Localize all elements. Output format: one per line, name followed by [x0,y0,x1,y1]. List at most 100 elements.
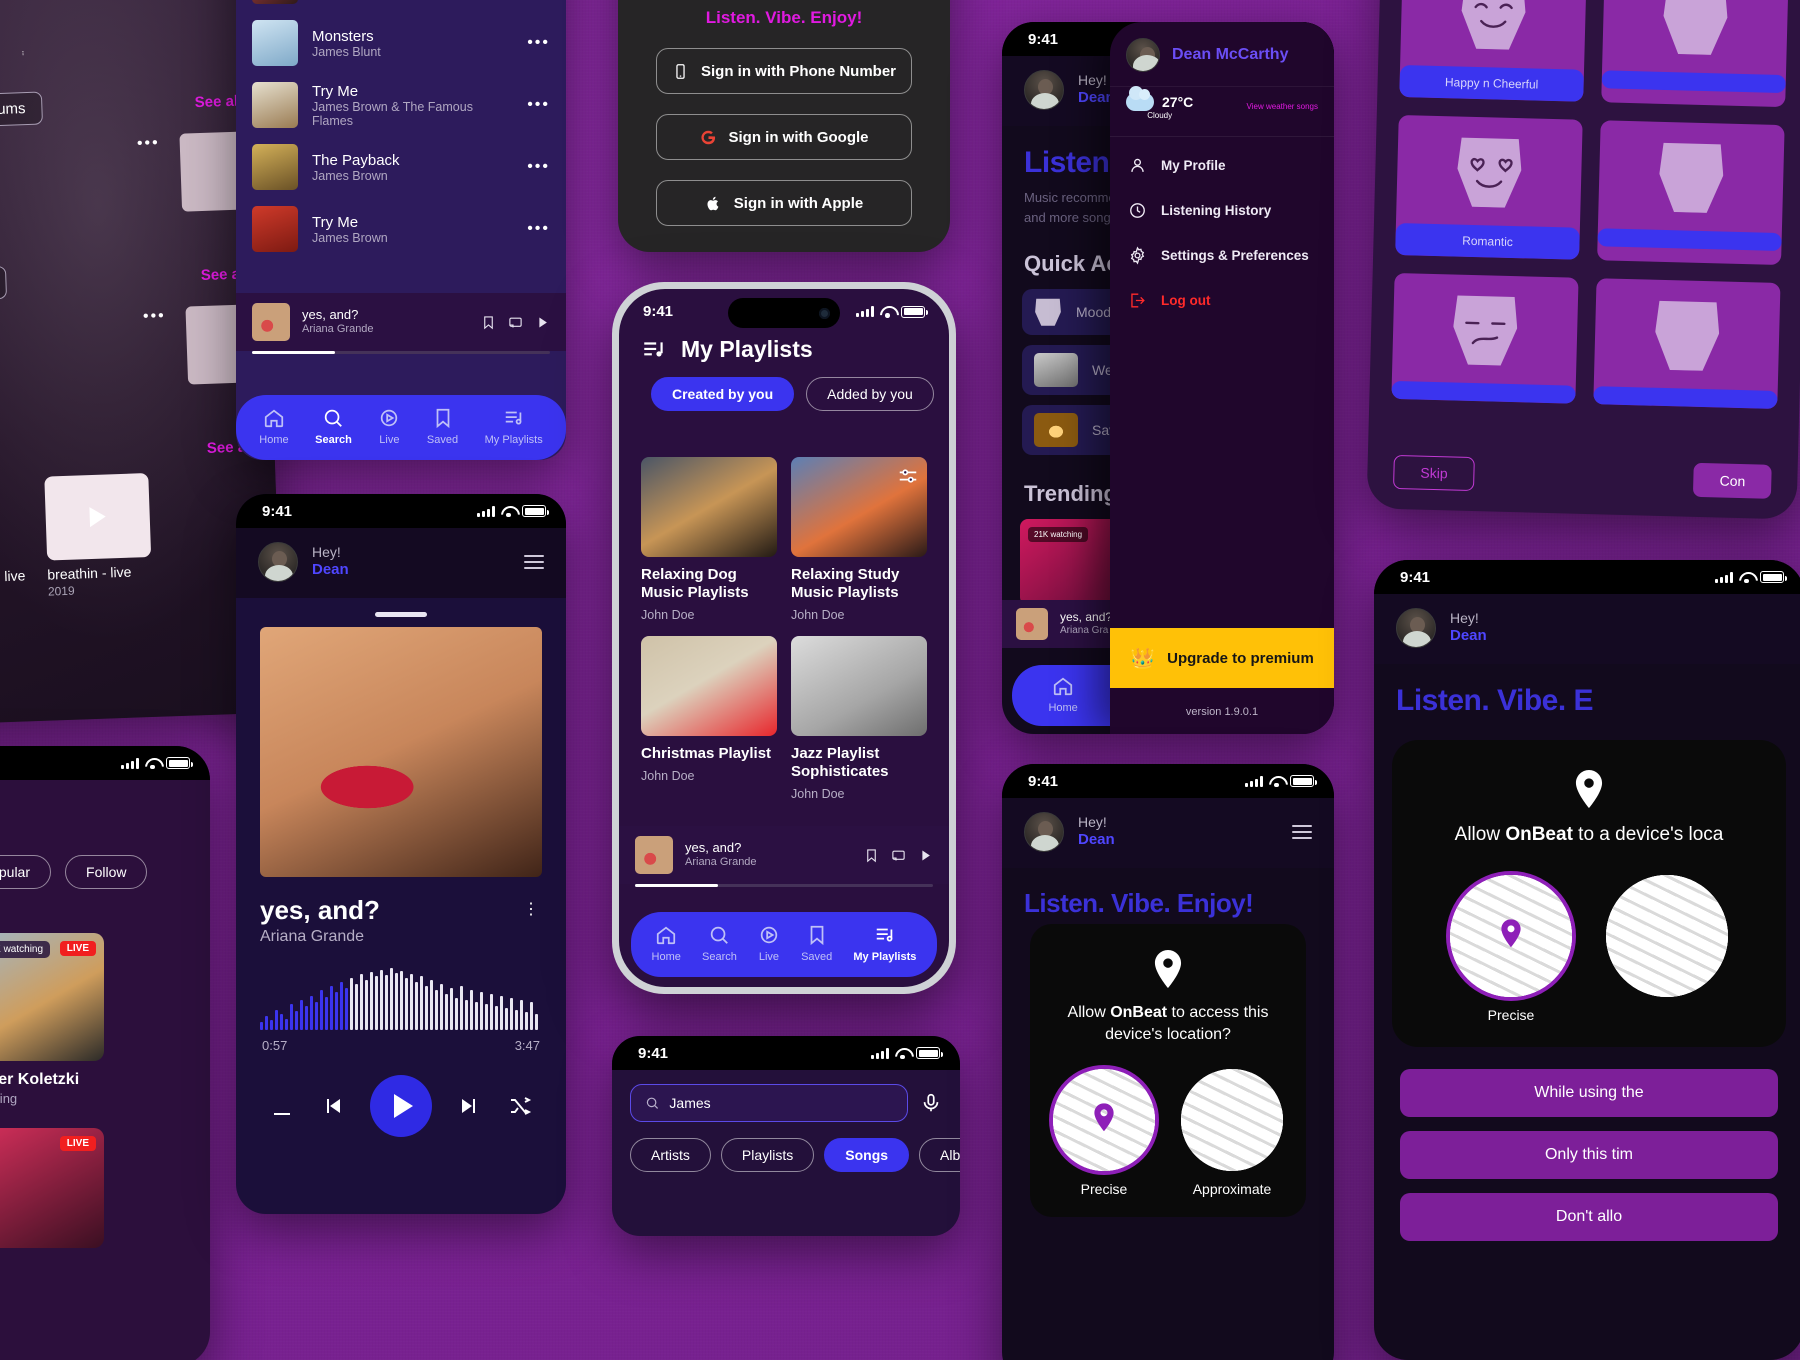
mini-player[interactable]: yes, and? Ariana Grande [236,293,566,360]
song-row[interactable]: Try Me James Brown & The Famous Flames •… [236,74,566,136]
avatar[interactable] [1024,70,1064,110]
search-field[interactable] [630,1084,908,1122]
avatar[interactable] [1396,608,1436,648]
mini-player-progress[interactable] [635,884,933,887]
mood-card[interactable] [1597,120,1785,266]
chip-popular[interactable]: Popular [0,855,52,889]
sign-in-google-button[interactable]: Sign in with Google [656,114,912,160]
avatar[interactable] [1024,812,1064,852]
drawer-weather[interactable]: 27°C Cloudy View weather songs [1110,86,1334,130]
drawer-item-settings[interactable]: Settings & Preferences [1110,233,1334,278]
mood-card[interactable] [1601,0,1789,108]
sign-in-phone-button[interactable]: Sign in with Phone Number [656,48,912,94]
location-option-approximate[interactable]: Approximate [1181,1068,1283,1197]
play-icon[interactable] [535,315,550,330]
song-row[interactable]: The Payback James Brown ••• [236,136,566,198]
album-row-2[interactable]: and? and B-Praak ••• [0,298,272,403]
song-more-icon[interactable]: ••• [527,96,550,114]
song-more-icon[interactable]: ••• [527,158,550,176]
song-art [252,20,298,66]
search-input[interactable] [669,1095,893,1111]
drawer-item-listening-history[interactable]: Listening History [1110,188,1334,233]
mini-player[interactable]: yes, and? Ariana Grande [619,826,949,893]
shuffle-icon[interactable] [508,1094,532,1118]
bookmark-icon[interactable] [481,315,496,330]
previous-icon[interactable] [320,1094,344,1118]
chip-artists[interactable]: Artists [630,1138,711,1172]
microphone-icon[interactable] [920,1092,942,1114]
video-card-1[interactable]: ••• dangerous woman - live 2019 [0,477,26,604]
continue-button[interactable]: Con [1693,462,1772,499]
view-weather-songs-link[interactable]: View weather songs [1247,102,1318,111]
cast-icon[interactable] [508,315,523,330]
play-icon[interactable] [918,848,933,863]
video-card-2[interactable]: breathin - live 2019 [43,473,152,598]
song-row[interactable]: Try Me James Brown ••• [236,198,566,260]
song-row[interactable]: Carry You Home James Blunt ••• [236,0,566,12]
filter-created-by-you[interactable]: Created by you [651,377,795,411]
live-card-4[interactable]: LIVE [0,1128,104,1248]
location-option-approximate[interactable] [1606,874,1728,1023]
phone-icon [676,63,685,79]
nav-my-playlists[interactable]: My Playlists [853,924,916,963]
playlist-card[interactable]: Christmas Playlist John Doe [641,636,777,801]
track-more-icon[interactable]: ⋮ [523,899,540,919]
tab-albums[interactable]: Albums [0,91,44,128]
next-icon[interactable] [458,1094,482,1118]
nav-home[interactable]: Home [652,924,681,963]
mood-card[interactable] [1593,278,1781,409]
playlist-card[interactable]: Jazz Playlist Sophisticates John Doe [791,636,927,801]
nav-saved[interactable]: Saved [427,407,458,446]
chip-albums[interactable]: Albums [919,1138,960,1172]
location-option-precise[interactable]: Precise [1053,1068,1155,1197]
drawer-item-my-profile[interactable]: My Profile [1110,143,1334,188]
drawer-item-logout[interactable]: Log out [1110,278,1334,323]
nav-search[interactable]: Search [702,924,737,963]
mood-card[interactable]: Romantic [1395,114,1583,260]
album-more-1[interactable]: ••• [137,134,160,153]
playlist-card[interactable]: Relaxing Dog Music Playlists John Doe [641,457,777,622]
download-icon[interactable] [270,1094,294,1118]
sheet-grabber[interactable] [375,612,427,617]
nav-saved[interactable]: Saved [801,924,832,963]
sign-in-apple-button[interactable]: Sign in with Apple [656,180,912,226]
menu-icon[interactable] [524,555,544,569]
bookmark-icon[interactable] [864,848,879,863]
song-more-icon[interactable]: ••• [527,34,550,52]
tab-albums-2[interactable]: Albums [0,265,7,302]
play-pause-button[interactable] [370,1075,432,1137]
skip-button[interactable]: Skip [1392,454,1476,492]
nav-live[interactable]: Live [378,407,400,446]
song-row[interactable]: Monsters James Blunt ••• [236,12,566,74]
drawer-user-row[interactable]: Dean McCarthy [1110,22,1334,86]
upgrade-to-premium-button[interactable]: 👑 Upgrade to premium [1110,628,1334,688]
location-option-precise[interactable]: Precise [1450,874,1572,1023]
chip-playlists[interactable]: Playlists [720,1138,815,1172]
permission-while-using[interactable]: While using the [1400,1068,1778,1117]
permission-only-this-time[interactable]: Only this tim [1400,1130,1778,1179]
avatar[interactable] [258,542,298,582]
nav-search[interactable]: Search [315,407,352,446]
mini-player-progress[interactable] [252,351,550,354]
menu-icon[interactable] [1292,825,1312,839]
album-row-1[interactable]: and? and B-Praak ••• [0,125,266,230]
mood-card[interactable] [1391,272,1579,404]
chip-following[interactable]: Follow [65,855,148,889]
avatar[interactable] [1126,38,1160,72]
nav-home[interactable]: Home [259,407,289,446]
waveform-bar [380,970,383,1030]
cast-icon[interactable] [891,848,906,863]
permission-dont-allow[interactable]: Don't allo [1400,1192,1778,1241]
chip-songs[interactable]: Songs [824,1138,910,1172]
nav-home[interactable]: Home [1048,675,1078,714]
sort-icon[interactable] [897,465,919,492]
waveform[interactable] [236,968,566,1030]
live-card-2[interactable]: 21K watching LIVE Oliver Koletzki Ongoin… [0,933,104,1106]
filter-added-by-you[interactable]: Added by you [806,377,934,411]
album-more-2[interactable]: ••• [143,307,166,326]
mood-card[interactable]: Happy n Cheerful [1399,0,1587,102]
song-more-icon[interactable]: ••• [527,220,550,238]
nav-my-playlists[interactable]: My Playlists [485,407,543,446]
more-icon[interactable] [20,42,26,64]
nav-live[interactable]: Live [758,924,780,963]
